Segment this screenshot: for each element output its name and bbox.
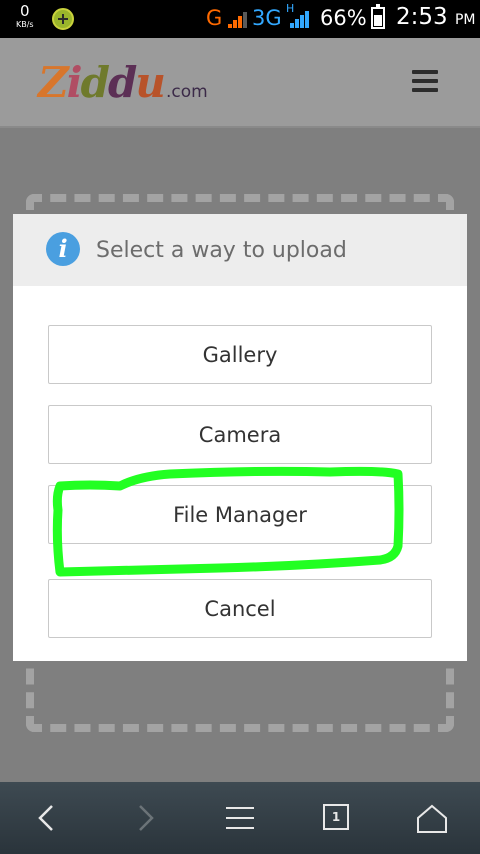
app-notification-icon	[52, 8, 74, 30]
dialog-title: Select a way to upload	[96, 238, 347, 263]
info-icon: i	[46, 232, 80, 266]
logo-letter: Z	[38, 58, 69, 107]
network-speed: 0 KB/s	[16, 4, 34, 29]
tabs-icon[interactable]: 1	[323, 804, 349, 830]
cancel-button[interactable]: Cancel	[48, 579, 432, 638]
clock-ampm: PM	[454, 12, 476, 28]
forward-icon[interactable]	[124, 800, 164, 836]
file-manager-button[interactable]: File Manager	[48, 485, 432, 544]
dialog-header: i Select a way to upload	[13, 214, 467, 286]
logo-letter: i	[66, 58, 83, 107]
logo-tld: .com	[165, 82, 208, 102]
app-header: Ziddu .com	[0, 38, 480, 128]
data-signal-icon	[290, 11, 309, 28]
clock-time: 2:53	[396, 4, 448, 30]
clock: 2:53 PM	[396, 4, 476, 30]
back-icon[interactable]	[28, 800, 68, 836]
logo-letter: u	[135, 58, 166, 107]
home-icon[interactable]	[412, 800, 452, 836]
signal-strength-icon	[228, 12, 247, 28]
network-type-label: 3G	[252, 6, 282, 30]
network-speed-value: 0	[20, 2, 30, 20]
gallery-button[interactable]: Gallery	[48, 325, 432, 384]
hamburger-menu-icon[interactable]	[408, 70, 444, 98]
menu-lines-icon[interactable]	[220, 800, 260, 836]
ziddu-logo[interactable]: Ziddu .com	[38, 62, 208, 104]
camera-button[interactable]: Camera	[48, 405, 432, 464]
logo-letter: d	[80, 58, 110, 107]
upload-method-dialog: i Select a way to upload Gallery Camera …	[13, 214, 467, 661]
battery-percent: 66%	[320, 6, 367, 30]
carrier-g-label: G	[206, 6, 223, 30]
browser-nav-bar: 1	[0, 782, 480, 854]
logo-letter: d	[108, 58, 137, 107]
status-bar: 0 KB/s G 3G H 66% 2:53 PM	[0, 0, 480, 38]
network-speed-unit: KB/s	[16, 20, 34, 29]
battery-icon	[371, 4, 385, 29]
